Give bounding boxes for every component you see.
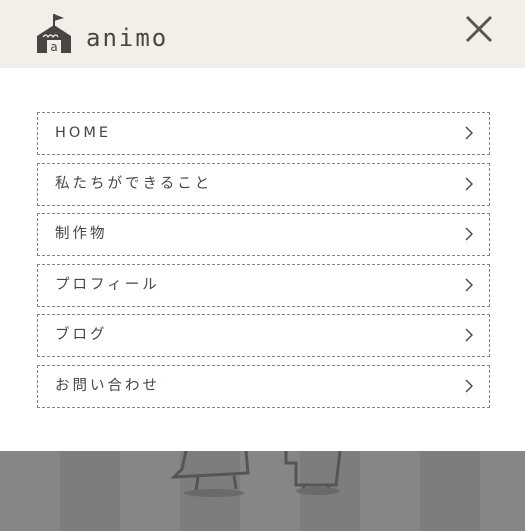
menu-item-label: 私たちができること [55,175,213,192]
menu-item-blog[interactable]: ブログ [37,314,490,358]
brand-name[interactable]: animo [86,20,168,56]
menu-item-label: 制作物 [55,226,108,243]
menu-item-services[interactable]: 私たちができること [37,162,490,206]
page-overlay[interactable] [0,451,525,531]
chevron-right-icon [465,177,473,191]
chevron-right-icon [465,278,473,292]
menu-item-home[interactable]: HOME [37,112,490,155]
menu-item-profile[interactable]: プロフィール [37,263,490,307]
chevron-right-icon [465,227,473,241]
menu-item-label: ブログ [55,327,108,344]
menu-item-works[interactable]: 制作物 [37,213,490,257]
close-icon[interactable] [462,12,496,46]
background-illustration [0,451,525,531]
chevron-right-icon [465,379,473,393]
menu-item-contact[interactable]: お問い合わせ [37,364,490,408]
menu-item-label: プロフィール [55,276,160,293]
nav-menu: HOME 私たちができること 制作物 プロフィール ブログ お問い合わせ [37,112,490,416]
chevron-right-icon [465,126,473,140]
chevron-right-icon [465,328,473,342]
school-house-icon[interactable]: a [35,12,73,54]
site-header: a animo [0,0,525,68]
menu-item-label: お問い合わせ [55,377,160,394]
logo-letter: a [50,40,57,54]
menu-item-label: HOME [55,125,111,141]
